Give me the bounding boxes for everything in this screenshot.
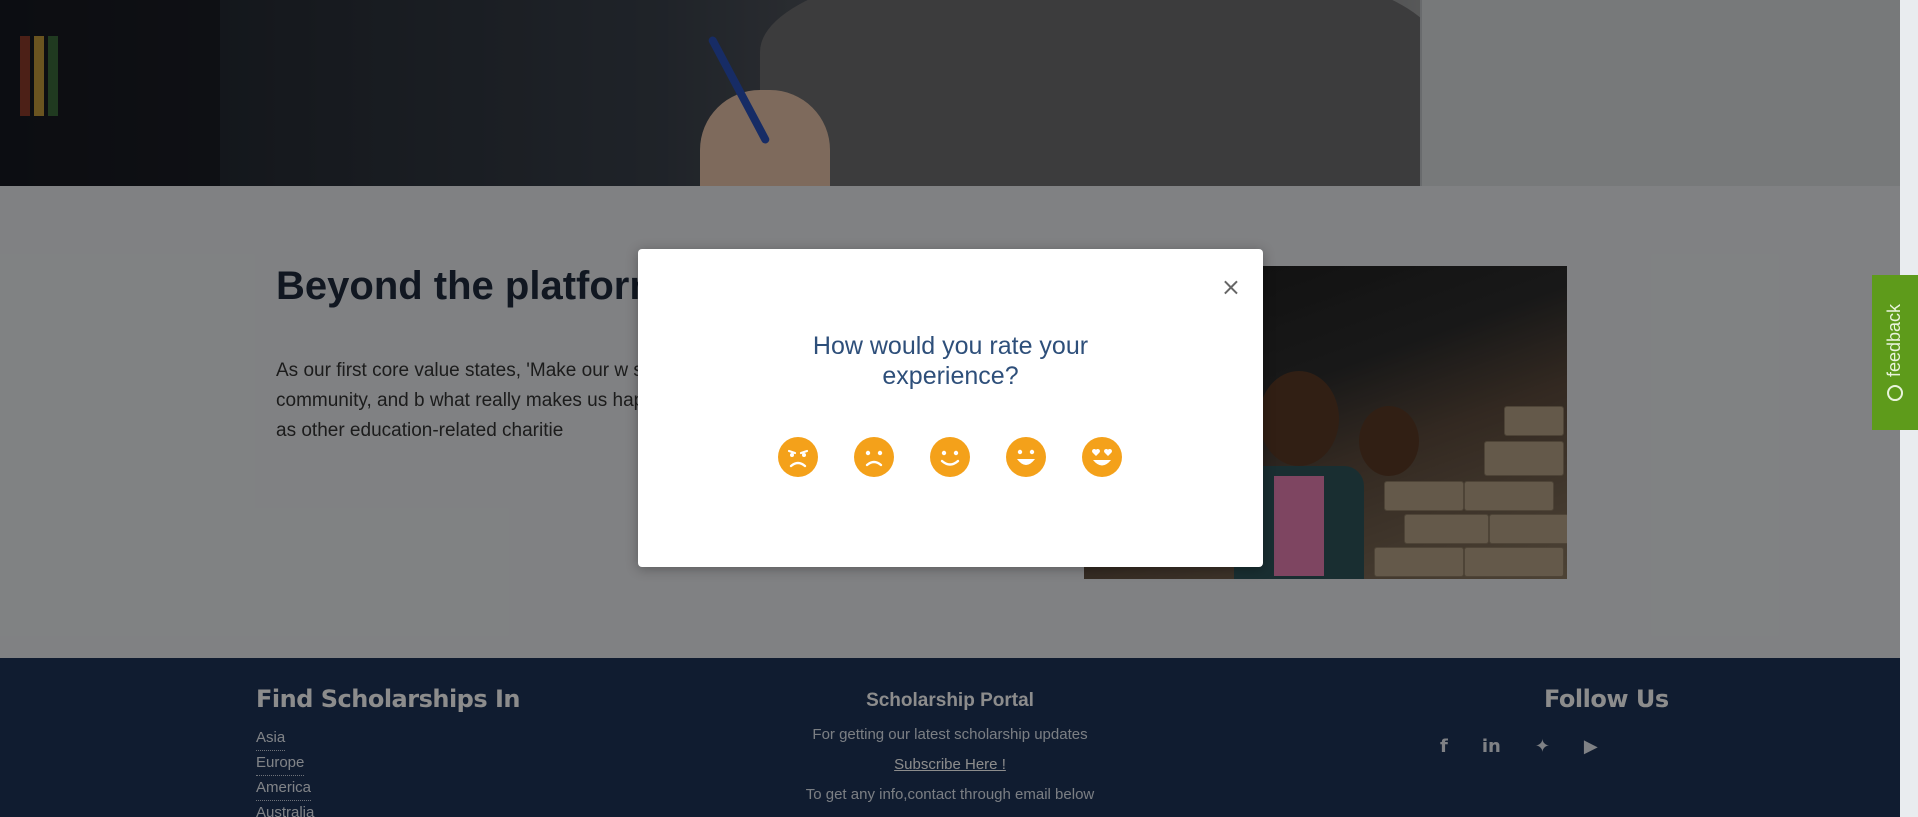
feedback-label: feedback	[1884, 303, 1905, 378]
smile-face-icon[interactable]	[930, 437, 970, 477]
angry-face-icon[interactable]	[778, 437, 818, 477]
rating-modal: × How would you rate your experience?	[638, 249, 1263, 567]
feedback-tab[interactable]: feedback	[1872, 275, 1918, 430]
chat-bubble-icon	[1887, 385, 1903, 402]
rating-question-text: How would you rate your experience?	[812, 332, 1089, 390]
sad-face-icon[interactable]	[854, 437, 894, 477]
rating-options	[778, 437, 1122, 477]
rating-question: How would you rate your experience?	[638, 331, 1263, 391]
grin-face-icon[interactable]	[1006, 437, 1046, 477]
heart-eyes-face-icon[interactable]	[1082, 437, 1122, 477]
close-icon[interactable]: ×	[1221, 275, 1241, 299]
